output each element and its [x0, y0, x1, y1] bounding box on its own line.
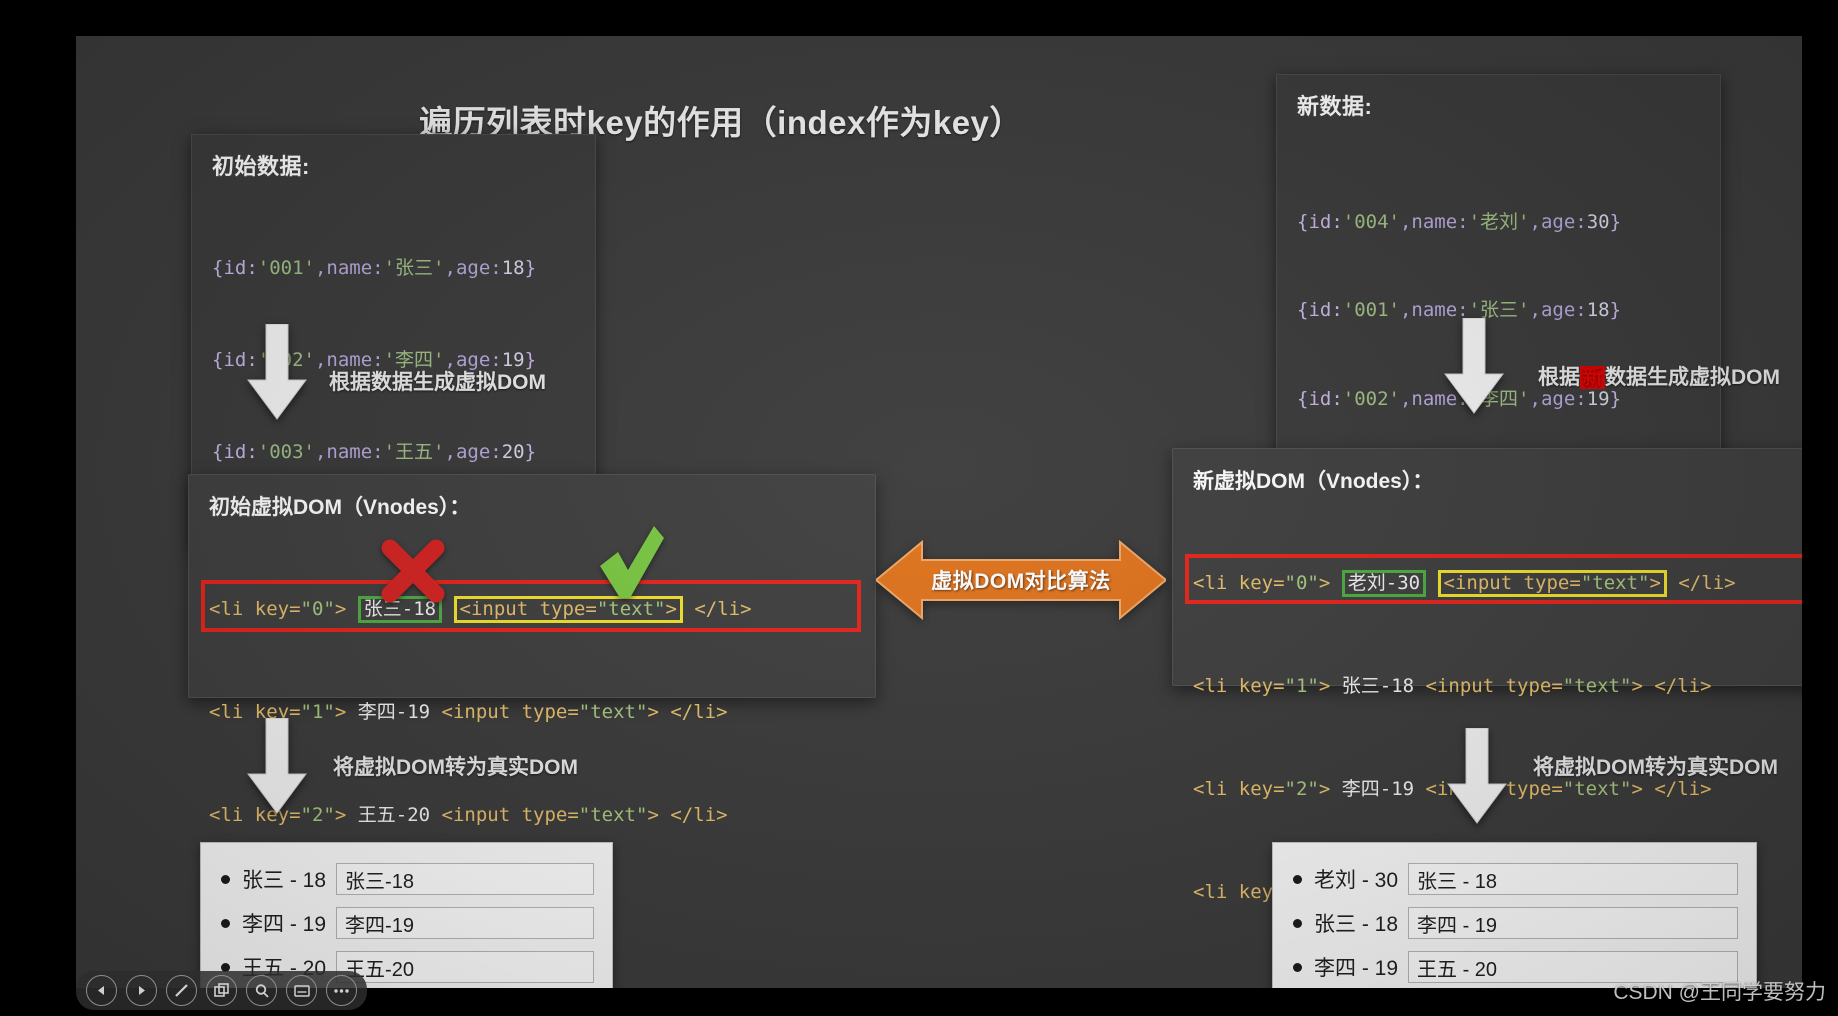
- code-line: {id:'001',name:'张三',age:18}: [212, 256, 537, 279]
- slide-canvas: 遍历列表时key的作用（index作为key） 初始数据: {id:'001',…: [76, 36, 1802, 988]
- list-item: 张三 - 18 张三-18: [221, 857, 594, 901]
- notes-icon[interactable]: [286, 975, 317, 1006]
- item-label: 张三 - 18: [1314, 913, 1399, 936]
- left-render-label: 将虚拟DOM转为真实DOM: [333, 756, 578, 779]
- watermark: CSDN @王同学要努力: [1613, 981, 1826, 1004]
- item-label: 老刘 - 30: [1314, 869, 1399, 892]
- arrow-down-icon: [1444, 318, 1504, 414]
- label-after: 数据生成虚拟DOM: [1605, 366, 1780, 389]
- vnode-row: <li key= "0" > 老刘-30 <input type="text"> <…: [1185, 554, 1802, 606]
- bullet-icon: [221, 918, 230, 928]
- code-line: {id:'004',name:'老刘',age:30}: [1297, 210, 1622, 233]
- search-icon[interactable]: [246, 975, 277, 1006]
- next-slide-icon[interactable]: [126, 975, 157, 1006]
- rendered-dom-right: 老刘 - 30 张三 - 18 张三 - 18 李四 - 19 李四 - 19 …: [1272, 842, 1757, 988]
- text-input[interactable]: 张三 - 18: [1408, 863, 1738, 895]
- arrow-down-icon: [247, 324, 307, 420]
- item-label: 李四 - 19: [1314, 957, 1399, 980]
- green-highlight-box: 老刘-30: [1341, 569, 1427, 597]
- bullet-icon: [1293, 874, 1302, 884]
- diff-algorithm-arrow: 虚拟DOM对比算法: [874, 536, 1168, 624]
- text-input[interactable]: 张三-18: [336, 863, 594, 895]
- screenshot-root: 遍历列表时key的作用（index作为key） 初始数据: {id:'001',…: [0, 0, 1838, 1016]
- right-generate-label: 根据新数据生成虚拟DOM: [1538, 361, 1780, 391]
- cross-mark-icon: [381, 539, 445, 603]
- bullet-icon: [221, 874, 230, 884]
- bullet-icon: [1293, 962, 1302, 972]
- arrow-down-icon: [1447, 728, 1507, 824]
- more-options-icon[interactable]: [326, 975, 357, 1006]
- rendered-dom-left: 张三 - 18 张三-18 李四 - 19 李四-19 王五 - 20 王五-2…: [200, 842, 613, 988]
- item-label: 张三 - 18: [242, 869, 327, 892]
- check-mark-icon: [600, 526, 664, 598]
- presentation-toolbar[interactable]: [76, 971, 367, 1010]
- text-input[interactable]: 王五-20: [336, 951, 594, 983]
- initial-data-heading: 初始数据:: [212, 154, 310, 179]
- yellow-highlight-box: <input type="text">: [1437, 569, 1667, 597]
- new-vnodes-panel: 新虚拟DOM（Vnodes）： <li key= "0" > 老刘-30 <inpu…: [1172, 448, 1802, 901]
- stamp-icon[interactable]: [206, 975, 237, 1006]
- list-item: 李四 - 19 李四-19: [221, 901, 594, 945]
- code-line: {id:'003',name:'王五',age:20}: [212, 441, 537, 464]
- list-item: 老刘 - 30 张三 - 18: [1293, 857, 1738, 901]
- text-input[interactable]: 李四-19: [336, 907, 594, 939]
- right-render-label: 将虚拟DOM转为真实DOM: [1533, 756, 1778, 779]
- text-input[interactable]: 李四 - 19: [1408, 907, 1738, 939]
- new-data-heading: 新数据:: [1297, 94, 1373, 119]
- old-vnodes-panel: 初始虚拟DOM（Vnodes）： <li key= "0" > 张三-18 <inp…: [188, 474, 876, 824]
- label-before: 根据: [1538, 366, 1580, 389]
- pen-icon[interactable]: [166, 975, 197, 1006]
- vnode-row: <li key= "0" > 张三-18 <input type="text"> <…: [201, 580, 861, 632]
- new-vnodes-heading: 新虚拟DOM（Vnodes）：: [1193, 470, 1434, 493]
- previous-slide-icon[interactable]: [86, 975, 117, 1006]
- list-item: 张三 - 18 李四 - 19: [1293, 901, 1738, 945]
- item-label: 李四 - 19: [242, 913, 327, 936]
- diff-arrow-label: 虚拟DOM对比算法: [931, 570, 1111, 593]
- left-generate-label: 根据数据生成虚拟DOM: [329, 371, 546, 394]
- bullet-icon: [1293, 918, 1302, 928]
- vnode-row: <li key= "1" > 张三-18 <input type= "text" > <…: [1193, 674, 1712, 697]
- old-vnodes-code: <li key= "0" > 张三-18 <input type="text"> <…: [201, 529, 861, 876]
- red-marker: 新: [1580, 366, 1605, 389]
- old-vnodes-heading: 初始虚拟DOM（Vnodes）：: [209, 496, 471, 519]
- arrow-down-icon: [247, 718, 307, 814]
